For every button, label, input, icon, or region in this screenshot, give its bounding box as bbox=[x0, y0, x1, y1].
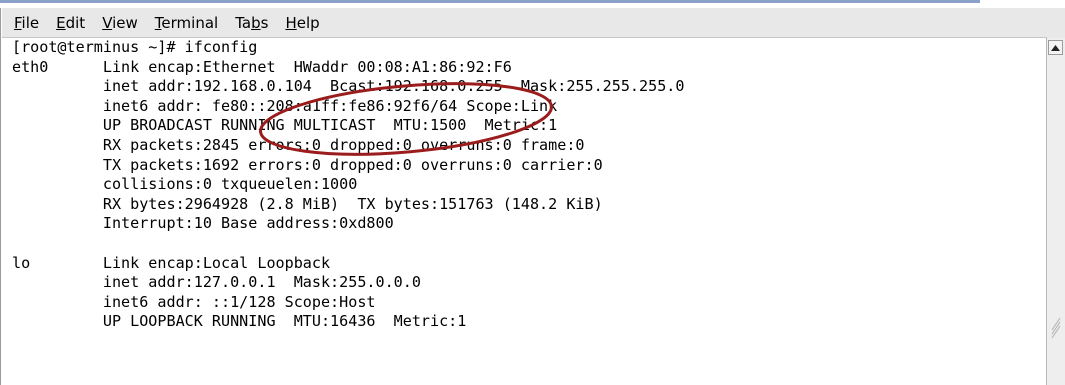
terminal-line: inet6 addr: fe80::208:a1ff:fe86:92f6/64 … bbox=[12, 96, 558, 115]
terminal-line: inet6 addr: ::1/128 Scope:Host bbox=[12, 292, 376, 311]
terminal-line: TX packets:1692 errors:0 dropped:0 overr… bbox=[12, 155, 603, 174]
scroll-up-icon bbox=[1051, 44, 1060, 51]
menu-edit[interactable]: Edit bbox=[56, 14, 85, 32]
terminal-output[interactable]: [root@terminus ~]# ifconfig eth0 Link enc… bbox=[12, 38, 1034, 377]
terminal-line: Interrupt:10 Base address:0xd800 bbox=[12, 214, 394, 233]
vertical-scrollbar[interactable] bbox=[1046, 38, 1065, 385]
menu-terminal[interactable]: Terminal bbox=[155, 14, 218, 32]
menu-bar: File Edit View Terminal Tabs Help bbox=[2, 8, 1047, 38]
terminal-line: UP LOOPBACK RUNNING MTU:16436 Metric:1 bbox=[12, 312, 467, 331]
scroll-grip-icon bbox=[1051, 317, 1061, 338]
terminal-line: UP BROADCAST RUNNING MULTICAST MTU:1500 … bbox=[12, 116, 558, 135]
menu-bar-filler bbox=[1047, 8, 1065, 38]
terminal-line: collisions:0 txqueuelen:1000 bbox=[12, 175, 358, 194]
scroll-up-button[interactable] bbox=[1048, 40, 1063, 55]
window-top-edge bbox=[0, 0, 1065, 8]
terminal-line: [root@terminus ~]# ifconfig bbox=[12, 38, 258, 56]
menu-file[interactable]: File bbox=[14, 14, 39, 32]
terminal-line: eth0 Link encap:Ethernet HWaddr 00:08:A1… bbox=[12, 57, 512, 76]
menu-help[interactable]: Help bbox=[285, 14, 319, 32]
terminal-line: RX packets:2845 errors:0 dropped:0 overr… bbox=[12, 135, 585, 154]
menu-tabs[interactable]: Tabs bbox=[235, 14, 268, 32]
terminal-line: inet addr:127.0.0.1 Mask:255.0.0.0 bbox=[12, 273, 421, 292]
terminal-line: lo Link encap:Local Loopback bbox=[12, 253, 331, 272]
menu-view[interactable]: View bbox=[102, 14, 138, 32]
terminal-line: inet addr:192.168.0.104 Bcast:192.168.0.… bbox=[12, 77, 685, 96]
title-bar-edge bbox=[0, 0, 980, 3]
terminal-line: RX bytes:2964928 (2.8 MiB) TX bytes:1517… bbox=[12, 194, 603, 213]
